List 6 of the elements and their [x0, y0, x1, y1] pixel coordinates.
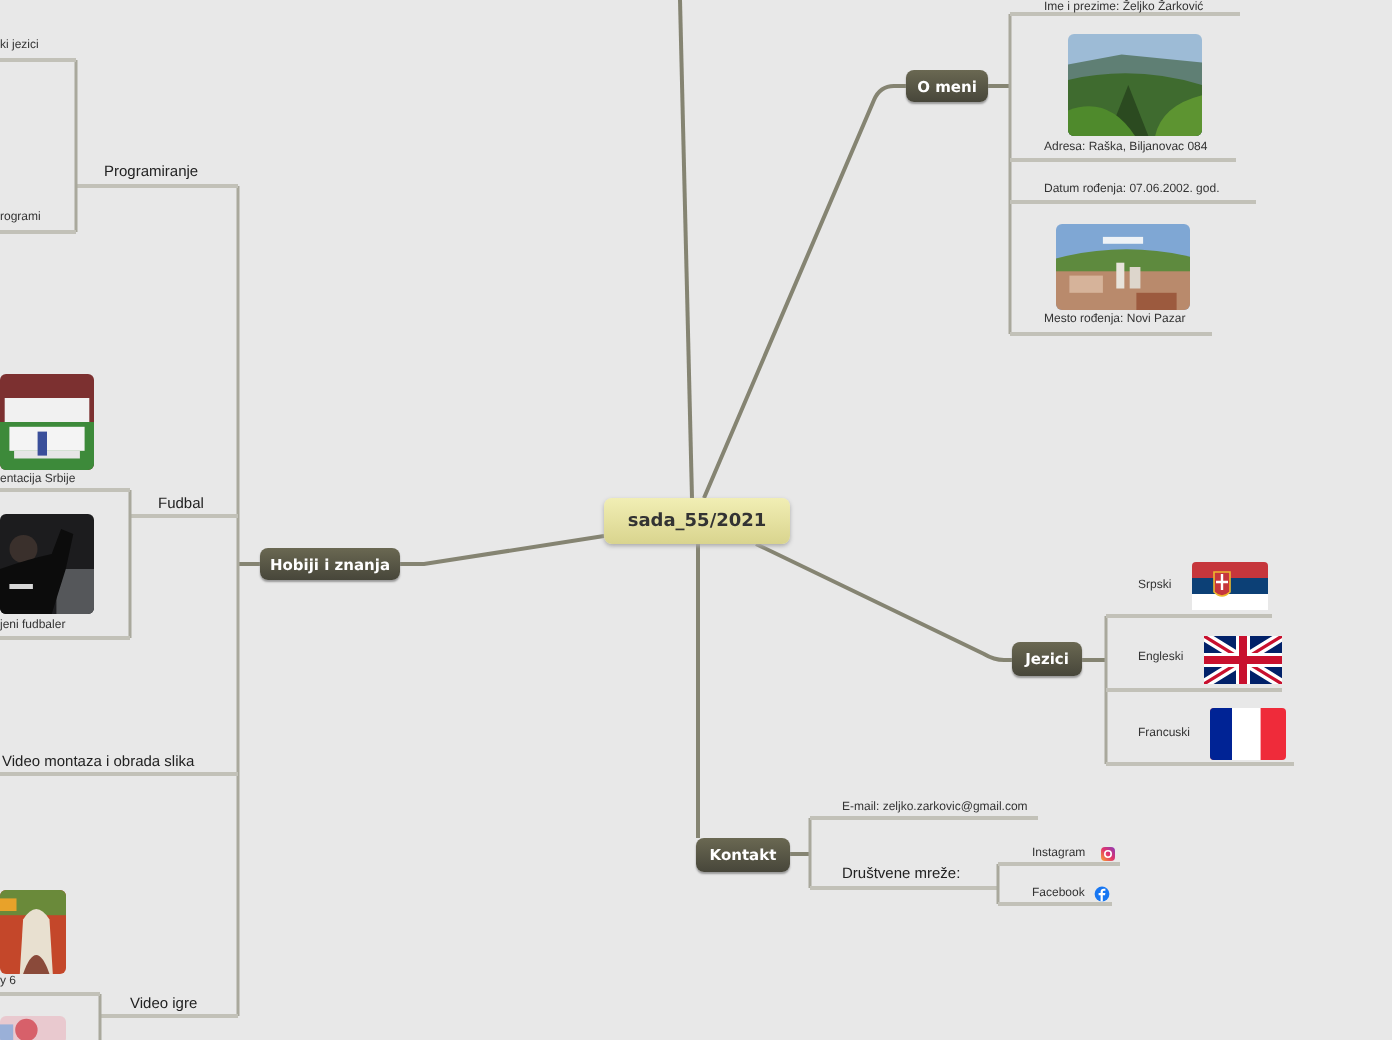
facebook-icon [1094, 886, 1110, 902]
union-jack-icon [1204, 636, 1282, 684]
central-topic[interactable]: sada_55/2021 [604, 498, 790, 544]
instagram-icon [1100, 846, 1116, 862]
tricolor-flag-icon [1210, 708, 1286, 760]
tricolor-flag-icon [1192, 562, 1268, 610]
